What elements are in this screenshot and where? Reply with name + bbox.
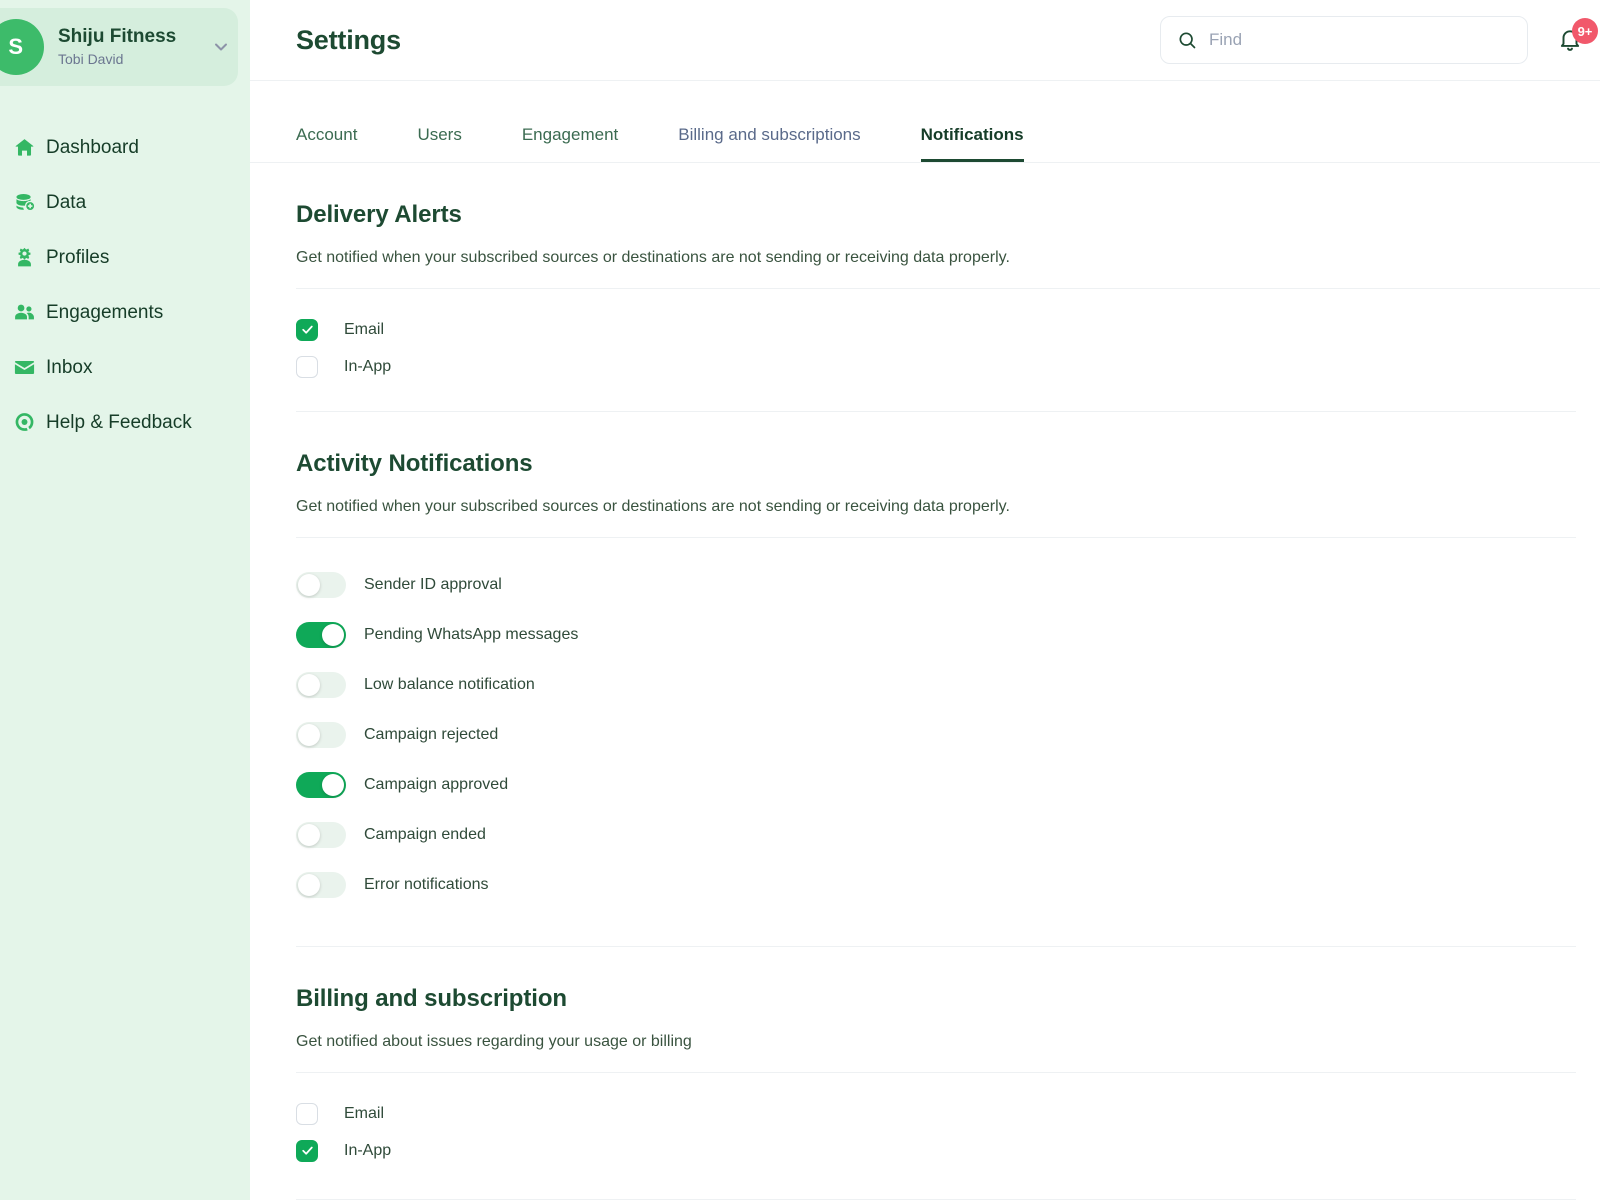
toggle-low-balance-notification[interactable]: [296, 672, 346, 698]
checkbox-row-billing-email[interactable]: Email: [296, 1095, 1576, 1132]
sidebar-item-label: Dashboard: [46, 137, 139, 158]
toggle-label: Pending WhatsApp messages: [364, 626, 579, 643]
notifications-button[interactable]: 9+: [1554, 18, 1598, 60]
sidebar-item-label: Help & Feedback: [46, 412, 192, 433]
profile-target-icon: [2, 246, 46, 269]
top-bar: Settings 9+: [250, 0, 1600, 81]
checkbox-billing-in-app[interactable]: [296, 1139, 318, 1162]
avatar-initial: S: [0, 19, 44, 75]
sidebar-item-help-feedback[interactable]: Help & Feedback: [0, 395, 250, 450]
checkbox-billing-email[interactable]: [296, 1102, 318, 1125]
home-icon: [2, 136, 46, 159]
envelope-icon: [2, 356, 46, 379]
checkbox-row-in-app[interactable]: In-App: [296, 348, 1600, 385]
sidebar: S Shiju Fitness Tobi David Dashboard Dat…: [0, 0, 250, 1200]
toggle-label: Low balance notification: [364, 676, 535, 693]
section-description: Get notified when your subscribed source…: [296, 498, 1576, 538]
toggle-row-campaign-rejected[interactable]: Campaign rejected: [296, 710, 1576, 760]
section-activity-notifications: Activity Notifications Get notified when…: [296, 411, 1576, 946]
toggle-label: Campaign rejected: [364, 726, 499, 743]
toggle-label: Campaign ended: [364, 826, 486, 843]
avatar: S: [0, 19, 44, 75]
sidebar-item-label: Inbox: [46, 357, 93, 378]
sidebar-item-engagements[interactable]: Engagements: [0, 285, 250, 340]
toggle-campaign-approved[interactable]: [296, 772, 346, 798]
checkbox-label: Email: [344, 1104, 385, 1122]
delivery-alerts-options: Email In-App: [296, 289, 1600, 385]
toggle-row-sender-id-approval[interactable]: Sender ID approval: [296, 560, 1576, 610]
search-box[interactable]: [1160, 16, 1528, 64]
sidebar-item-profiles[interactable]: Profiles: [0, 230, 250, 285]
sidebar-item-dashboard[interactable]: Dashboard: [0, 120, 250, 175]
section-title: Billing and subscription: [296, 985, 567, 1012]
sidebar-item-label: Engagements: [46, 302, 164, 323]
checkbox-label: Email: [344, 320, 385, 338]
activity-toggle-list: Sender ID approval Pending WhatsApp mess…: [296, 538, 1576, 910]
toggle-row-error-notifications[interactable]: Error notifications: [296, 860, 1576, 910]
page-title: Settings: [296, 24, 401, 55]
org-name: Shiju Fitness: [58, 25, 177, 47]
checkbox-in-app[interactable]: [296, 355, 318, 378]
checkbox-label: In-App: [344, 357, 392, 375]
search-icon: [1177, 30, 1197, 50]
notification-badge: 9+: [1572, 18, 1598, 44]
chevron-down-icon[interactable]: [204, 37, 238, 57]
toggle-pending-whatsapp-messages[interactable]: [296, 622, 346, 648]
tab-users[interactable]: Users: [417, 125, 461, 162]
tab-billing-and-subscriptions[interactable]: Billing and subscriptions: [678, 125, 860, 162]
toggle-row-pending-whatsapp-messages[interactable]: Pending WhatsApp messages: [296, 610, 1576, 660]
database-add-icon: [2, 191, 46, 214]
checkbox-label: In-App: [344, 1141, 392, 1159]
section-title: Delivery Alerts: [296, 201, 462, 228]
checkbox-email[interactable]: [296, 318, 318, 341]
section-billing-and-subscription: Billing and subscription Get notified ab…: [296, 946, 1576, 1199]
sidebar-item-label: Data: [46, 192, 87, 213]
toggle-label: Sender ID approval: [364, 576, 502, 593]
sidebar-item-data[interactable]: Data: [0, 175, 250, 230]
toggle-row-campaign-ended[interactable]: Campaign ended: [296, 810, 1576, 860]
billing-options: Email In-App: [296, 1073, 1576, 1169]
main-content: Settings 9+: [250, 0, 1600, 1200]
toggle-error-notifications[interactable]: [296, 872, 346, 898]
people-icon: [2, 301, 46, 324]
checkbox-row-email[interactable]: Email: [296, 311, 1600, 348]
user-meta: Shiju Fitness Tobi David: [58, 25, 204, 69]
tab-engagement[interactable]: Engagement: [522, 125, 618, 162]
support-icon: [2, 411, 46, 434]
top-bar-actions: 9+: [1160, 16, 1598, 64]
sidebar-nav: Dashboard Data Profiles Engagements Inbo…: [0, 120, 250, 450]
org-switcher[interactable]: S Shiju Fitness Tobi David: [0, 8, 238, 86]
toggle-sender-id-approval[interactable]: [296, 572, 346, 598]
sidebar-item-label: Profiles: [46, 247, 110, 268]
toggle-row-campaign-approved[interactable]: Campaign approved: [296, 760, 1576, 810]
tab-notifications[interactable]: Notifications: [920, 125, 1024, 162]
section-description: Get notified about issues regarding your…: [296, 1033, 1576, 1073]
section-delivery-alerts: Delivery Alerts Get notified when your s…: [296, 163, 1600, 411]
section-description: Get notified when your subscribed source…: [296, 249, 1600, 289]
section-title: Activity Notifications: [296, 450, 533, 477]
settings-content: Delivery Alerts Get notified when your s…: [250, 163, 1600, 1200]
user-name: Tobi David: [58, 50, 124, 67]
app-root: S Shiju Fitness Tobi David Dashboard Dat…: [0, 0, 1600, 1200]
settings-tabs: Account Users Engagement Billing and sub…: [250, 81, 1600, 163]
toggle-campaign-ended[interactable]: [296, 822, 346, 848]
toggle-row-low-balance-notification[interactable]: Low balance notification: [296, 660, 1576, 710]
toggle-label: Error notifications: [364, 876, 489, 893]
toggle-label: Campaign approved: [364, 776, 509, 793]
tab-account[interactable]: Account: [296, 125, 357, 162]
checkbox-row-billing-in-app[interactable]: In-App: [296, 1132, 1576, 1169]
search-input[interactable]: [1209, 30, 1511, 50]
toggle-campaign-rejected[interactable]: [296, 722, 346, 748]
sidebar-item-inbox[interactable]: Inbox: [0, 340, 250, 395]
